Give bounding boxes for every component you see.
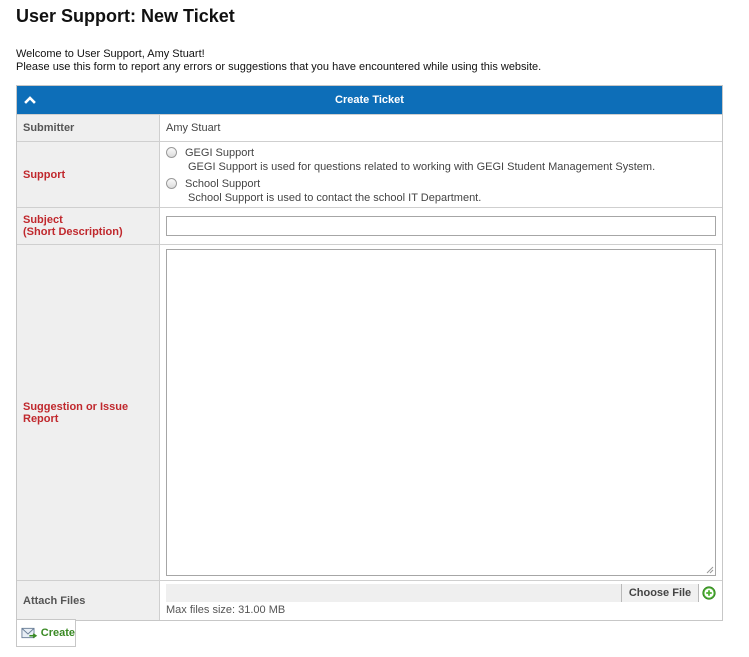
subject-cell bbox=[160, 208, 722, 244]
suggestion-textarea[interactable] bbox=[166, 249, 716, 576]
choose-file-button[interactable]: Choose File bbox=[621, 584, 699, 602]
attach-row: Attach Files Choose File Max files size:… bbox=[17, 580, 722, 620]
panel-title: Create Ticket bbox=[335, 94, 404, 106]
subject-label: Subject (Short Description) bbox=[17, 208, 160, 244]
support-option-school[interactable]: School Support bbox=[166, 176, 716, 191]
resize-grip-icon[interactable] bbox=[706, 566, 714, 574]
school-support-radio[interactable] bbox=[166, 178, 177, 189]
subject-label-main: Subject bbox=[23, 214, 63, 226]
submitter-label: Submitter bbox=[17, 115, 160, 141]
gegi-support-description: GEGI Support is used for questions relat… bbox=[188, 161, 656, 173]
gegi-support-label: GEGI Support bbox=[185, 146, 255, 159]
suggestion-row: Suggestion or Issue Report bbox=[17, 244, 722, 580]
instructions-text: Please use this form to report any error… bbox=[16, 61, 542, 73]
school-support-description: School Support is used to contact the sc… bbox=[188, 192, 482, 204]
suggestion-cell bbox=[160, 245, 722, 580]
subject-row: Subject (Short Description) bbox=[17, 207, 722, 244]
attach-label: Attach Files bbox=[17, 581, 160, 620]
school-support-label: School Support bbox=[185, 177, 261, 190]
panel-header: Create Ticket bbox=[17, 86, 722, 114]
support-label: Support bbox=[17, 142, 160, 207]
subject-label-sub: (Short Description) bbox=[23, 226, 123, 238]
submitter-row: Submitter Amy Stuart bbox=[17, 114, 722, 141]
intro-text: Welcome to User Support, Amy Stuart! Ple… bbox=[16, 48, 541, 74]
support-row: Support GEGI Support GEGI Support is use… bbox=[17, 141, 722, 207]
create-button-label: Create bbox=[40, 627, 75, 639]
gegi-support-radio[interactable] bbox=[166, 147, 177, 158]
support-option-gegi[interactable]: GEGI Support bbox=[166, 145, 716, 160]
suggestion-label: Suggestion or Issue Report bbox=[17, 245, 160, 580]
max-size-text: Max files size: 31.00 MB bbox=[166, 604, 286, 616]
file-input[interactable]: Choose File bbox=[166, 584, 699, 602]
support-options: GEGI Support GEGI Support is used for qu… bbox=[160, 142, 722, 207]
create-button[interactable]: Create bbox=[16, 619, 76, 647]
subject-input[interactable] bbox=[166, 216, 716, 236]
create-ticket-panel: Create Ticket Submitter Amy Stuart Suppo… bbox=[16, 85, 723, 621]
envelope-send-icon bbox=[21, 627, 38, 639]
add-file-icon[interactable] bbox=[702, 586, 716, 600]
page-title: User Support: New Ticket bbox=[16, 6, 235, 26]
welcome-text: Welcome to User Support, Amy Stuart! bbox=[16, 48, 205, 60]
attach-cell: Choose File Max files size: 31.00 MB bbox=[160, 581, 722, 620]
submitter-value: Amy Stuart bbox=[166, 122, 221, 134]
